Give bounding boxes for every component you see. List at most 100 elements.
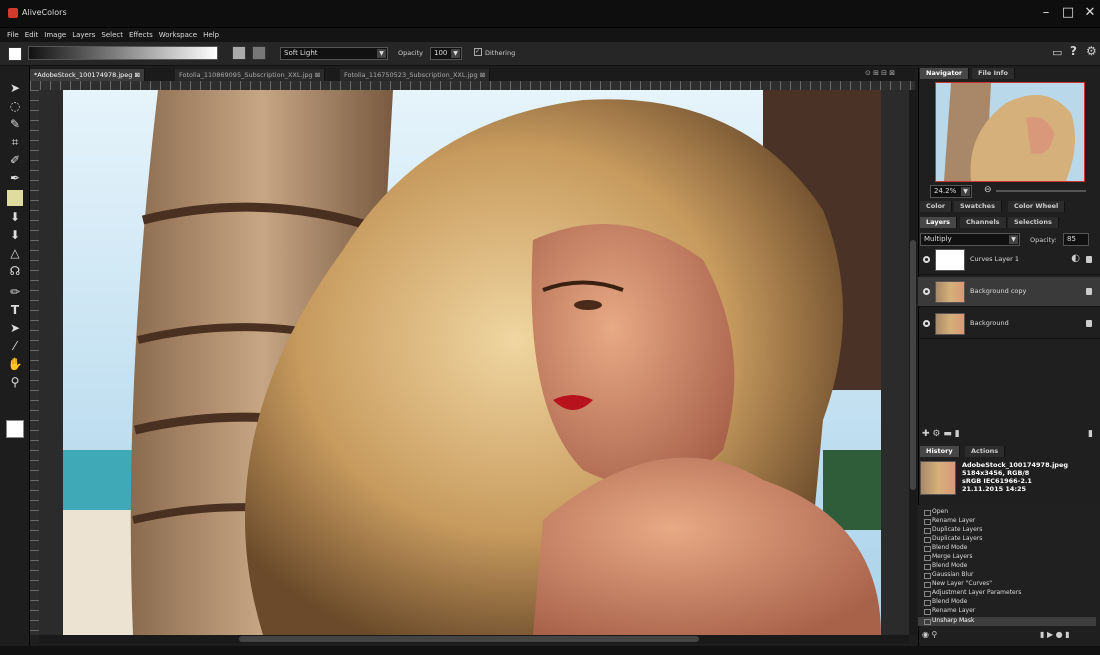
tab-actions[interactable]: Actions <box>965 446 1006 457</box>
pencil-tool-icon[interactable]: ✏ <box>7 284 23 300</box>
tab-file-info[interactable]: File Info <box>972 68 1015 79</box>
trash-icon[interactable]: ▮ <box>1088 429 1093 439</box>
fill-tool-icon[interactable] <box>7 190 23 206</box>
new-document-icon[interactable]: ▮ <box>1040 630 1044 639</box>
chevron-down-icon: ▼ <box>961 187 970 196</box>
history-item[interactable]: Gaussian Blur <box>924 571 974 579</box>
minimize-icon[interactable]: – <box>1036 4 1056 22</box>
layer-row[interactable]: Background <box>918 309 1100 339</box>
sharpen-tool-icon[interactable]: △ <box>7 245 23 261</box>
tab-controls-icon[interactable]: ⊙ ⊞ ⊟ ⊠ <box>865 69 895 77</box>
blend-mode-select[interactable]: Soft Light ▼ <box>280 47 388 60</box>
gradient-type-icon[interactable] <box>232 46 246 60</box>
navigator-preview[interactable] <box>935 82 1085 182</box>
gradient-reverse-icon[interactable] <box>252 46 266 60</box>
layer-row[interactable]: Background copy <box>918 277 1100 307</box>
history-item[interactable]: Adjustment Layer Parameters <box>923 589 1021 597</box>
history-item[interactable]: Rename Layer <box>923 607 975 615</box>
menu-layers[interactable]: Layers <box>69 28 98 42</box>
close-icon[interactable]: ✕ <box>1080 4 1100 22</box>
eyedropper-tool-icon[interactable]: ⁄ <box>7 338 23 354</box>
tab-swatches[interactable]: Swatches <box>954 201 1002 212</box>
eye-icon[interactable] <box>923 320 930 327</box>
history-snapshot-icon[interactable]: ◉ ⚲ <box>922 630 937 639</box>
healing-tool-icon[interactable]: ⬇ <box>7 227 23 243</box>
text-tool-icon[interactable]: T <box>7 302 23 318</box>
history-item[interactable]: New Layer "Curves" <box>924 580 992 588</box>
new-layer-icon[interactable]: ▮ <box>955 429 960 439</box>
title-bar: AliveColors – □ ✕ <box>0 0 1100 28</box>
folder-icon[interactable]: ▬ <box>943 429 952 439</box>
gradient-preview[interactable] <box>28 46 218 60</box>
history-item[interactable]: Rename Layer <box>923 517 975 525</box>
eraser-tool-icon[interactable]: ✐ <box>7 152 23 168</box>
opacity-input[interactable]: 100 ▼ <box>430 47 462 60</box>
move-tool-icon[interactable]: ➤ <box>7 80 23 96</box>
menu-workspace[interactable]: Workspace <box>156 28 200 42</box>
history-item[interactable]: Merge Layers <box>924 553 973 561</box>
scroll-thumb[interactable] <box>910 240 916 490</box>
brush-preset-icon[interactable] <box>8 47 22 61</box>
history-item[interactable]: Duplicate Layers <box>923 535 982 543</box>
file-date: 21.11.2015 14:25 <box>962 485 1027 493</box>
history-thumbnail <box>920 461 956 495</box>
color-swatch[interactable] <box>6 420 24 438</box>
brush-tool-icon[interactable]: ✎ <box>7 116 23 132</box>
smudge-tool-icon[interactable]: ☊ <box>7 263 23 279</box>
tab-label: Fotolia_116750523_Subscription_XXL.jpg <box>344 71 478 79</box>
document-image[interactable] <box>63 90 881 635</box>
zoom-tool-icon[interactable]: ⚲ <box>7 374 23 390</box>
tab-layers[interactable]: Layers <box>920 217 958 228</box>
lock-icon[interactable] <box>1086 320 1092 327</box>
maximize-icon[interactable]: □ <box>1058 4 1078 22</box>
selection-tool-icon[interactable]: ➤ <box>7 320 23 336</box>
zoom-select[interactable]: 24.2% ▼ <box>930 185 972 198</box>
help-icon[interactable]: ? <box>1070 44 1077 58</box>
menu-help[interactable]: Help <box>200 28 222 42</box>
stop-icon[interactable]: ● <box>1056 630 1063 639</box>
gear-icon[interactable]: ⚙ <box>1086 44 1097 58</box>
stamp-tool-icon[interactable]: ⬇ <box>7 209 23 225</box>
horizontal-scrollbar[interactable] <box>39 635 909 643</box>
history-item[interactable]: Duplicate Layers <box>923 526 982 534</box>
tab-document-1[interactable]: *AdobeStock_100174978.jpeg ⊠ <box>30 69 145 81</box>
lock-icon[interactable] <box>1086 288 1092 295</box>
menu-effects[interactable]: Effects <box>126 28 156 42</box>
play-icon[interactable]: ▶ <box>1047 630 1053 639</box>
eye-icon[interactable] <box>923 256 930 263</box>
tab-color[interactable]: Color <box>920 201 953 212</box>
tab-history[interactable]: History <box>920 446 960 457</box>
eye-icon[interactable] <box>923 288 930 295</box>
tab-channels[interactable]: Channels <box>960 217 1007 228</box>
menu-image[interactable]: Image <box>41 28 69 42</box>
dithering-checkbox[interactable]: ✓ <box>474 48 482 56</box>
tab-navigator[interactable]: Navigator <box>920 68 970 79</box>
lasso-tool-icon[interactable]: ◌ <box>7 98 23 114</box>
tab-document-2[interactable]: Fotolia_110869095_Subscription_XXL.jpg ⊠ <box>175 69 326 81</box>
history-item[interactable]: Unsharp Mask <box>923 617 974 625</box>
add-layer-icon[interactable]: ✚ <box>922 429 930 439</box>
menu-file[interactable]: File <box>4 28 22 42</box>
tab-selections[interactable]: Selections <box>1008 217 1059 228</box>
layer-settings-icon[interactable]: ⚙ <box>932 429 940 439</box>
history-item[interactable]: Blend Mode <box>923 562 967 570</box>
crop-tool-icon[interactable]: ⌗ <box>7 134 23 150</box>
screen-mode-icon[interactable]: ▭ <box>1052 46 1062 59</box>
zoom-out-icon[interactable]: ⊖ <box>984 185 992 195</box>
tab-label: Fotolia_110869095_Subscription_XXL.jpg <box>179 71 313 79</box>
hand-tool-icon[interactable]: ✋ <box>7 356 23 372</box>
history-item[interactable]: Blend Mode <box>923 544 967 552</box>
zoom-slider[interactable] <box>996 190 1086 192</box>
scroll-thumb[interactable] <box>239 636 699 642</box>
clone-tool-icon[interactable]: ✒ <box>7 170 23 186</box>
history-item[interactable]: Blend Mode <box>923 598 967 606</box>
vertical-scrollbar[interactable] <box>909 90 917 635</box>
history-item[interactable]: Open <box>923 508 948 516</box>
tab-color-wheel[interactable]: Color Wheel <box>1008 201 1066 212</box>
lock-icon[interactable] <box>1086 256 1092 263</box>
tab-document-3[interactable]: Fotolia_116750523_Subscription_XXL.jpg ⊠ <box>340 69 491 81</box>
menu-select[interactable]: Select <box>98 28 126 42</box>
layer-row[interactable]: Curves Layer 1 ◐ <box>918 245 1100 275</box>
menu-edit[interactable]: Edit <box>22 28 42 42</box>
trash-icon[interactable]: ▮ <box>1065 630 1069 639</box>
